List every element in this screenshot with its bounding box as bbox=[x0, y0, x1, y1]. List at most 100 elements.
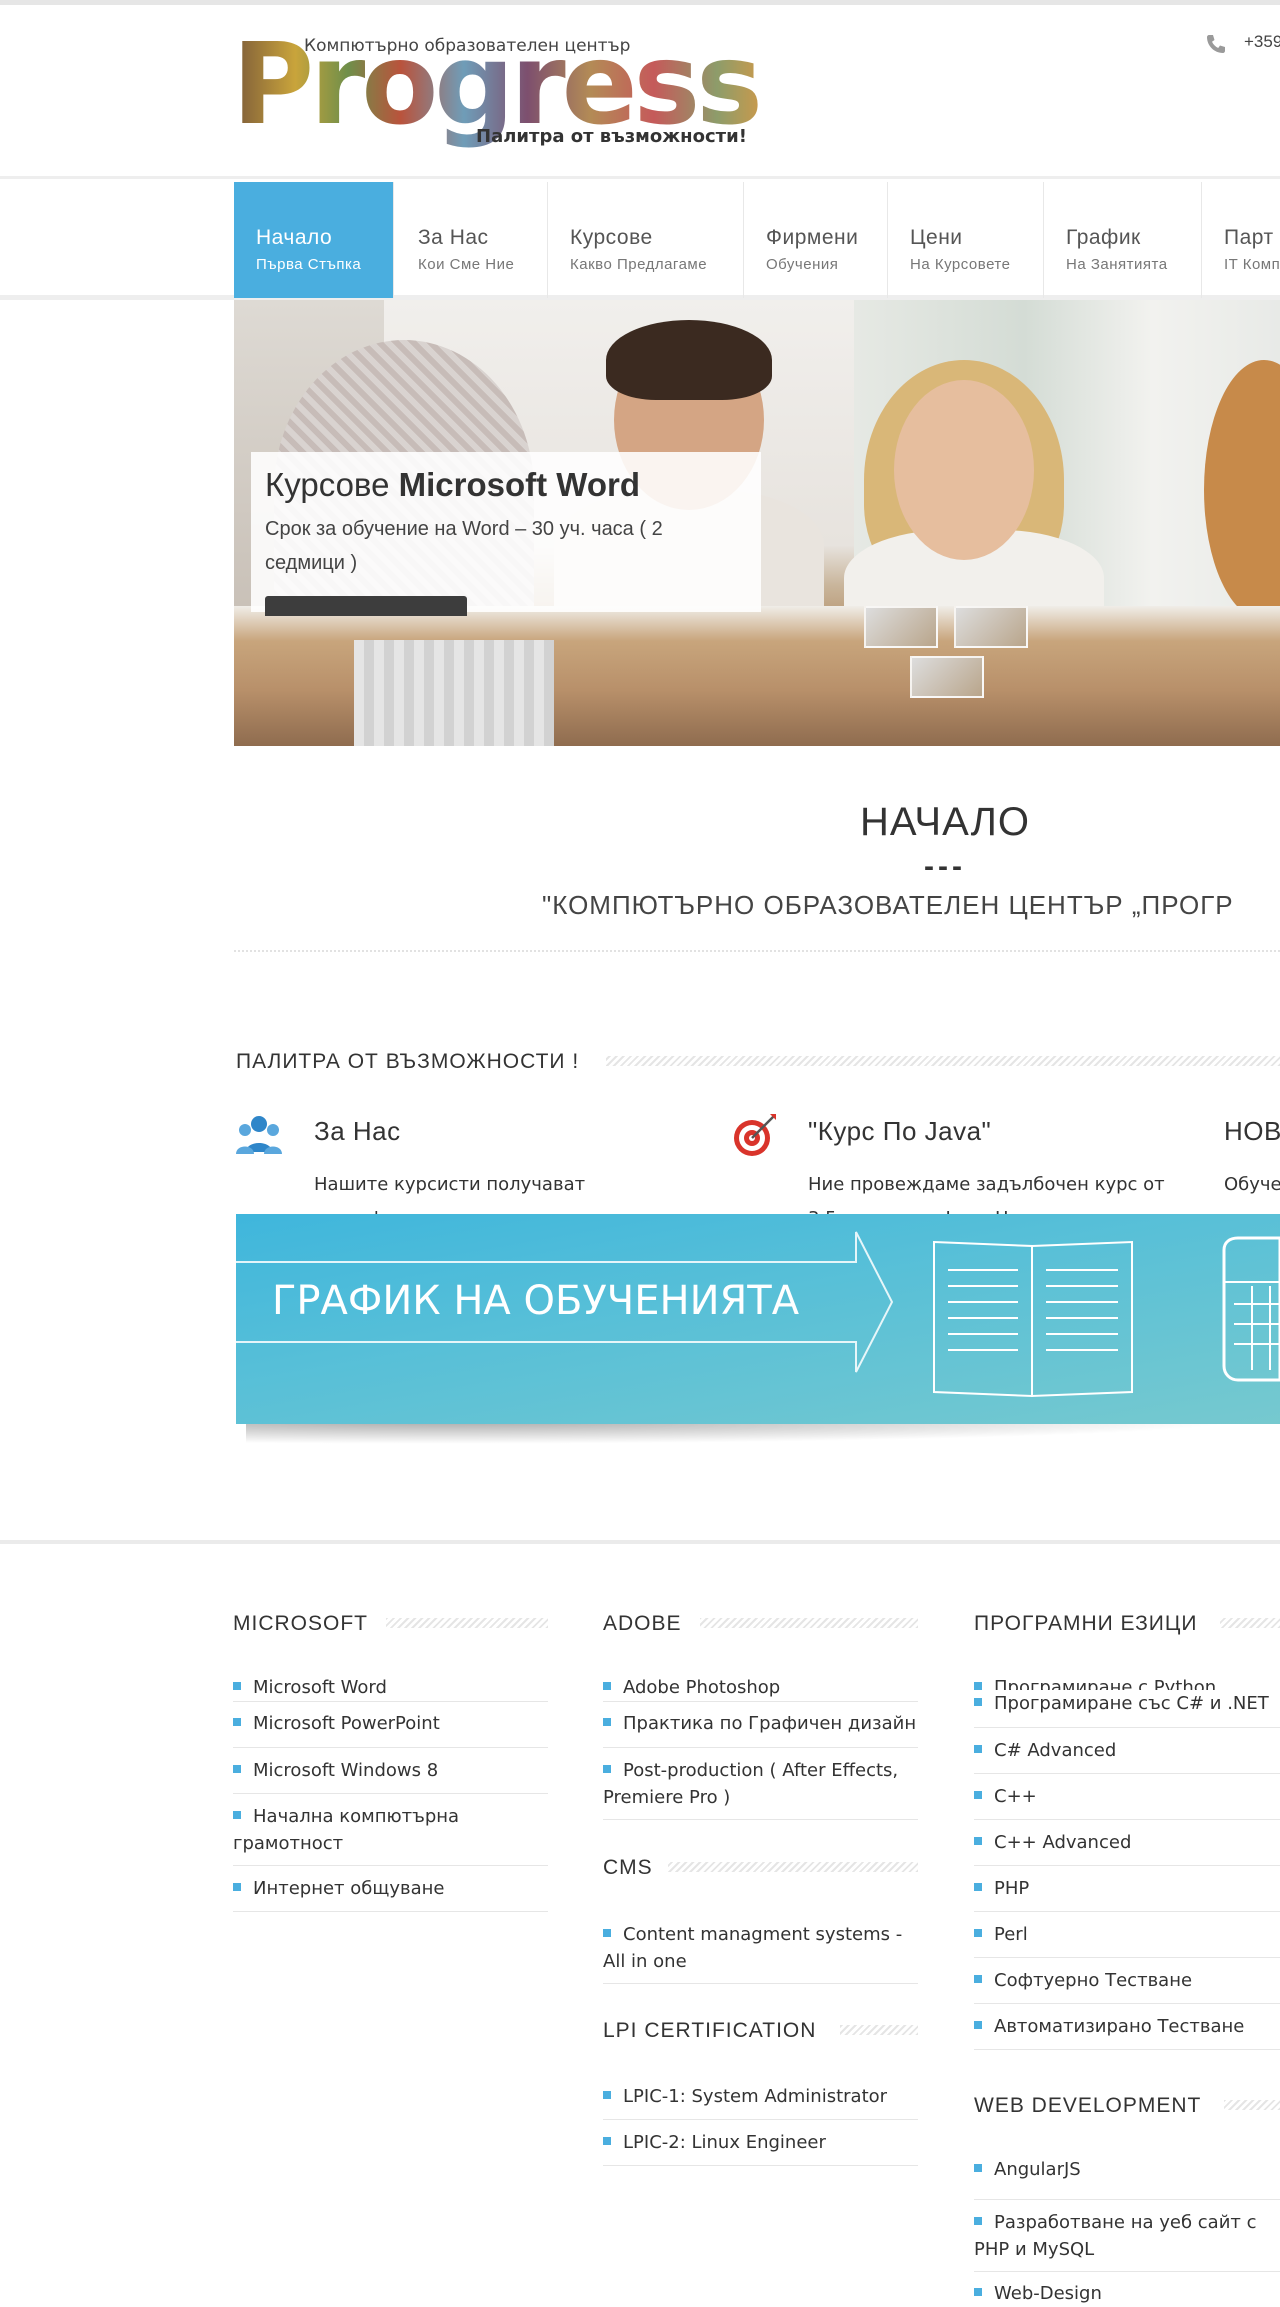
phone-number[interactable]: +359 bbox=[1244, 32, 1280, 52]
nav-item-prices[interactable]: Цени На Курсовете bbox=[888, 182, 1044, 298]
schedule-banner[interactable]: ГРАФИК НА ОБУЧЕНИЯТА bbox=[236, 1214, 1280, 1424]
bullet-icon bbox=[233, 1682, 241, 1690]
bullet-icon bbox=[233, 1811, 241, 1819]
footer-link[interactable]: Post-production ( After Effects, Premier… bbox=[603, 1748, 918, 1820]
slide-caption-title-bold: Microsoft Word bbox=[398, 466, 641, 503]
footer-link[interactable]: Интернет общуване bbox=[233, 1866, 548, 1912]
page-title: НАЧАЛО bbox=[859, 800, 1031, 844]
title-stripes bbox=[700, 1618, 918, 1628]
nav-item-subtitle: На Курсовете bbox=[910, 256, 1011, 273]
dotted-divider bbox=[234, 950, 1280, 952]
bullet-icon bbox=[603, 1929, 611, 1937]
footer-link[interactable]: PHP bbox=[974, 1866, 1280, 1912]
slide-caption-title-light: Курсове bbox=[265, 466, 390, 503]
footer-link[interactable]: C++ Advanced bbox=[974, 1820, 1280, 1866]
nav-item-home[interactable]: Начало Първа Стъпка bbox=[234, 182, 394, 298]
footer-heading-webdev: WEB DEVELOPMENT bbox=[974, 2094, 1202, 2117]
slide-caption-title: Курсове Microsoft Word bbox=[265, 466, 747, 504]
nav-item-partners[interactable]: Парт IT Комп bbox=[1202, 182, 1280, 298]
slide-thumbnail[interactable] bbox=[954, 606, 1028, 648]
nav-item-about[interactable]: За Нас Кои Сме Ние bbox=[396, 182, 548, 298]
nav-item-title: Цени bbox=[910, 226, 963, 249]
target-icon bbox=[734, 1114, 776, 1156]
footer-heading-adobe: ADOBE bbox=[603, 1612, 682, 1635]
bullet-icon bbox=[974, 1791, 982, 1799]
section-title: ПАЛИТРА ОТ ВЪЗМОЖНОСТИ ! bbox=[236, 1050, 580, 1073]
bullet-icon bbox=[233, 1718, 241, 1726]
hero-slider[interactable]: Курсове Microsoft Word Срок за обучение … bbox=[234, 300, 1280, 746]
footer-link[interactable]: Microsoft Windows 8 bbox=[233, 1748, 548, 1794]
logo-top-text: Компютърно образователен център bbox=[304, 36, 631, 56]
footer-link[interactable]: LPIC-2: Linux Engineer bbox=[603, 2120, 918, 2166]
book-icon bbox=[933, 1240, 1133, 1398]
title-stripes bbox=[840, 2025, 918, 2035]
nav-item-title: График bbox=[1066, 226, 1141, 249]
main-navigation: Начало Първа Стъпка За Нас Кои Сме Ние К… bbox=[0, 176, 1280, 300]
feature-text: Ние провеждаме задълбочен курс от bbox=[808, 1174, 1165, 1195]
slide-thumbnail[interactable] bbox=[864, 606, 938, 648]
bullet-icon bbox=[233, 1765, 241, 1773]
footer-link[interactable]: Начална компютърна грамотност bbox=[233, 1794, 548, 1866]
nav-item-title: Начало bbox=[256, 226, 333, 249]
feature-title[interactable]: НОВ bbox=[1224, 1116, 1280, 1147]
footer-heading-programming: ПРОГРАМНИ ЕЗИЦИ bbox=[974, 1612, 1198, 1635]
bullet-icon bbox=[974, 2021, 982, 2029]
nav-item-subtitle: Обучения bbox=[766, 256, 839, 273]
slide-more-button[interactable] bbox=[265, 596, 467, 616]
nav-item-subtitle: Какво Предлагаме bbox=[570, 256, 708, 273]
feature-title[interactable]: За Нас bbox=[314, 1116, 401, 1147]
logo-tagline: Палитра от възможности! bbox=[476, 126, 747, 147]
phone-icon bbox=[1207, 35, 1225, 53]
footer-link[interactable]: Adobe Photoshop bbox=[603, 1672, 918, 1702]
footer-link[interactable]: Web-Design bbox=[974, 2272, 1280, 2304]
bullet-icon bbox=[974, 1698, 982, 1706]
feature-text: Обуче bbox=[1224, 1174, 1280, 1195]
nav-item-subtitle: Първа Стъпка bbox=[256, 256, 362, 273]
footer-list-programming: Програмиране с Python Програмиране със C… bbox=[974, 1672, 1280, 2050]
bullet-icon bbox=[603, 1765, 611, 1773]
site-logo[interactable]: Progress Компютърно образователен център… bbox=[232, 20, 763, 160]
footer-link[interactable]: Perl bbox=[974, 1912, 1280, 1958]
footer-list-cms: Content managment systems - All in one bbox=[603, 1912, 918, 1984]
nav-item-courses[interactable]: Курсове Какво Предлагаме bbox=[548, 182, 744, 298]
footer-heading-lpi: LPI CERTIFICATION bbox=[603, 2019, 817, 2042]
slide-thumbnail[interactable] bbox=[910, 656, 984, 698]
nav-item-title: За Нас bbox=[418, 226, 489, 249]
nav-item-schedule[interactable]: График На Занятията bbox=[1044, 182, 1202, 298]
nav-item-subtitle: IT Комп bbox=[1224, 256, 1280, 273]
bullet-icon bbox=[233, 1883, 241, 1891]
footer-heading-cms: CMS bbox=[603, 1856, 653, 1879]
title-stripes bbox=[606, 1056, 1280, 1066]
bullet-icon bbox=[974, 1745, 982, 1753]
bullet-icon bbox=[603, 2137, 611, 2145]
footer-link[interactable]: Програмиране с Python bbox=[974, 1672, 1280, 1690]
bullet-icon bbox=[603, 1718, 611, 1726]
top-border bbox=[0, 0, 1280, 5]
footer-link[interactable]: Програмиране със C# и .NET bbox=[974, 1690, 1280, 1728]
title-stripes bbox=[668, 1862, 918, 1872]
users-icon bbox=[236, 1116, 282, 1154]
slide-desk-legs bbox=[354, 640, 554, 746]
footer-link[interactable]: C# Advanced bbox=[974, 1728, 1280, 1774]
footer-link[interactable]: LPIC-1: System Administrator bbox=[603, 2074, 918, 2120]
footer-link[interactable]: Практика по Графичен дизайн bbox=[603, 1702, 918, 1748]
slide-photo-part bbox=[606, 320, 772, 400]
footer-link[interactable]: Microsoft Word bbox=[233, 1672, 548, 1702]
footer-link[interactable]: AngularJS bbox=[974, 2154, 1280, 2200]
nav-item-title: Курсове bbox=[570, 226, 653, 249]
footer-link[interactable]: Content managment systems - All in one bbox=[603, 1912, 918, 1984]
page-subtitle: "КОМПЮТЪРНО ОБРАЗОВАТЕЛЕН ЦЕНТЪР „ПРОГР bbox=[542, 890, 1234, 920]
slide-caption-text: Срок за обучение на Word – 30 уч. часа (… bbox=[265, 518, 663, 574]
footer-link[interactable]: Софтуерно Тестване bbox=[974, 1958, 1280, 2004]
feature-title[interactable]: "Курс По Java" bbox=[808, 1116, 991, 1147]
footer-link[interactable]: Разработване на уеб сайт с PHP и MySQL bbox=[974, 2200, 1280, 2272]
bullet-icon bbox=[974, 2164, 982, 2172]
nav-item-corporate[interactable]: Фирмени Обучения bbox=[744, 182, 888, 298]
footer-link[interactable]: Автоматизирано Тестване bbox=[974, 2004, 1280, 2050]
footer-list-lpi: LPIC-1: System Administrator LPIC-2: Lin… bbox=[603, 2074, 918, 2166]
footer-link[interactable]: C++ bbox=[974, 1774, 1280, 1820]
footer-link[interactable]: Microsoft PowerPoint bbox=[233, 1702, 548, 1748]
bullet-icon bbox=[974, 1682, 982, 1690]
footer-list-adobe: Adobe Photoshop Практика по Графичен диз… bbox=[603, 1672, 918, 1820]
bullet-icon bbox=[603, 1682, 611, 1690]
